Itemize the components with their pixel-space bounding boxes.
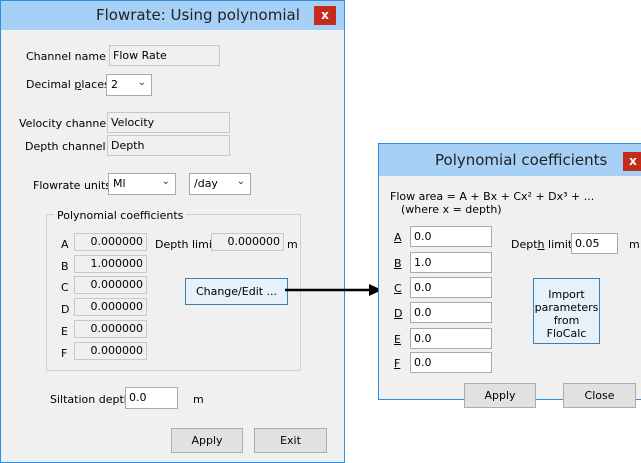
apply-button[interactable]: Apply (171, 428, 243, 453)
depth-limit-text-end: limit (544, 238, 573, 251)
poly-coef-e-label: E (394, 333, 401, 346)
poly-coef-c-input[interactable]: 0.0 (410, 277, 492, 298)
chevron-down-icon: ⌄ (161, 176, 170, 187)
velocity-channel-label: Velocity channel (19, 117, 110, 130)
chevron-down-icon: ⌄ (236, 176, 245, 187)
close-icon[interactable]: x (314, 6, 336, 25)
import-from-flocalc-button[interactable]: Import parameters from FloCalc (533, 278, 600, 344)
poly-coef-d-input[interactable]: 0.0 (410, 302, 492, 323)
coef-d-label: D (61, 303, 70, 316)
coef-c-field[interactable]: 0.000000 (74, 276, 147, 294)
units-volume-select[interactable]: Ml ⌄ (108, 173, 176, 195)
exit-button[interactable]: Exit (254, 428, 327, 453)
chevron-down-icon: ⌄ (137, 77, 146, 88)
coef-f-field[interactable]: 0.000000 (74, 342, 147, 360)
poly-coef-b-label: B (394, 257, 402, 270)
poly-coef-f-label: F (394, 357, 401, 370)
coef-e-label: E (61, 325, 68, 338)
coef-e-field[interactable]: 0.000000 (74, 320, 147, 338)
units-volume-value: Ml (113, 177, 126, 190)
depth-channel-label: Depth channel (25, 140, 106, 153)
formula-line-2: (where x = depth) (401, 203, 502, 216)
depth-limit-text: Dept (511, 238, 538, 251)
flowrate-units-label: Flowrate units (33, 179, 111, 192)
depth-limit-field[interactable]: 0.000000 (211, 233, 284, 251)
velocity-channel-field[interactable]: Velocity (107, 112, 230, 133)
poly-coef-f-input[interactable]: 0.0 (410, 352, 492, 373)
siltation-depth-input[interactable]: 0.0 (125, 387, 178, 409)
import-line-1: Import (548, 288, 585, 301)
channel-name-field[interactable]: Flow Rate (109, 45, 220, 66)
change-edit-button[interactable]: Change/Edit ... (185, 278, 288, 305)
coefficients-group-title: Polynomial coefficients (54, 209, 187, 222)
coef-a-label: A (61, 238, 69, 251)
close-icon[interactable]: x (623, 152, 641, 171)
poly-depth-limit-input[interactable]: 0.05 (571, 233, 618, 254)
flowrate-window-title: Flowrate: Using polynomial (96, 6, 300, 24)
poly-depth-limit-unit: m (629, 238, 640, 251)
decimal-label-text: Decimal (26, 78, 75, 91)
units-time-value: /day (194, 177, 218, 190)
depth-limit-label: Depth limit (155, 238, 217, 251)
flowrate-window: Flowrate: Using polynomial x Channel nam… (0, 0, 345, 463)
depth-limit-accel: h (537, 238, 545, 251)
import-line-2: parameters (534, 301, 599, 314)
poly-coef-e-input[interactable]: 0.0 (410, 328, 492, 349)
coef-c-label: C (61, 281, 69, 294)
poly-coef-b-input[interactable]: 1.0 (410, 252, 492, 273)
decimal-places-label: Decimal places (26, 78, 110, 91)
coef-b-field[interactable]: 1.000000 (74, 255, 147, 273)
poly-apply-button[interactable]: Apply (464, 383, 536, 408)
polynomial-window: Polynomial coefficients x Flow area = A … (378, 143, 641, 408)
poly-depth-limit-label: Depth limit (511, 238, 572, 251)
decimal-places-value: 2 (111, 78, 118, 91)
coef-f-label: F (61, 347, 68, 360)
depth-limit-unit: m (287, 238, 298, 251)
coef-a-field[interactable]: 0.000000 (74, 233, 147, 251)
poly-coef-d-label: D (394, 307, 403, 320)
polynomial-window-title: Polynomial coefficients (435, 151, 608, 169)
poly-coef-c-label: C (394, 282, 402, 295)
poly-coef-a-input[interactable]: 0.0 (410, 226, 492, 247)
poly-close-button[interactable]: Close (563, 383, 636, 408)
coef-b-label: B (61, 260, 69, 273)
arrow-connector (285, 284, 382, 296)
siltation-depth-label: Siltation depth (50, 393, 131, 406)
siltation-depth-unit: m (193, 393, 204, 406)
coef-d-field[interactable]: 0.000000 (74, 298, 147, 316)
depth-channel-field[interactable]: Depth (107, 135, 230, 156)
decimal-places-select[interactable]: 2 ⌄ (106, 74, 152, 96)
channel-name-label: Channel name (26, 50, 106, 63)
units-time-select[interactable]: /day ⌄ (189, 173, 251, 195)
poly-coef-a-label: A (394, 231, 402, 244)
formula-line-1: Flow area = A + Bx + Cx² + Dx³ + ... (390, 190, 595, 203)
import-line-3: from FloCalc (546, 314, 587, 340)
